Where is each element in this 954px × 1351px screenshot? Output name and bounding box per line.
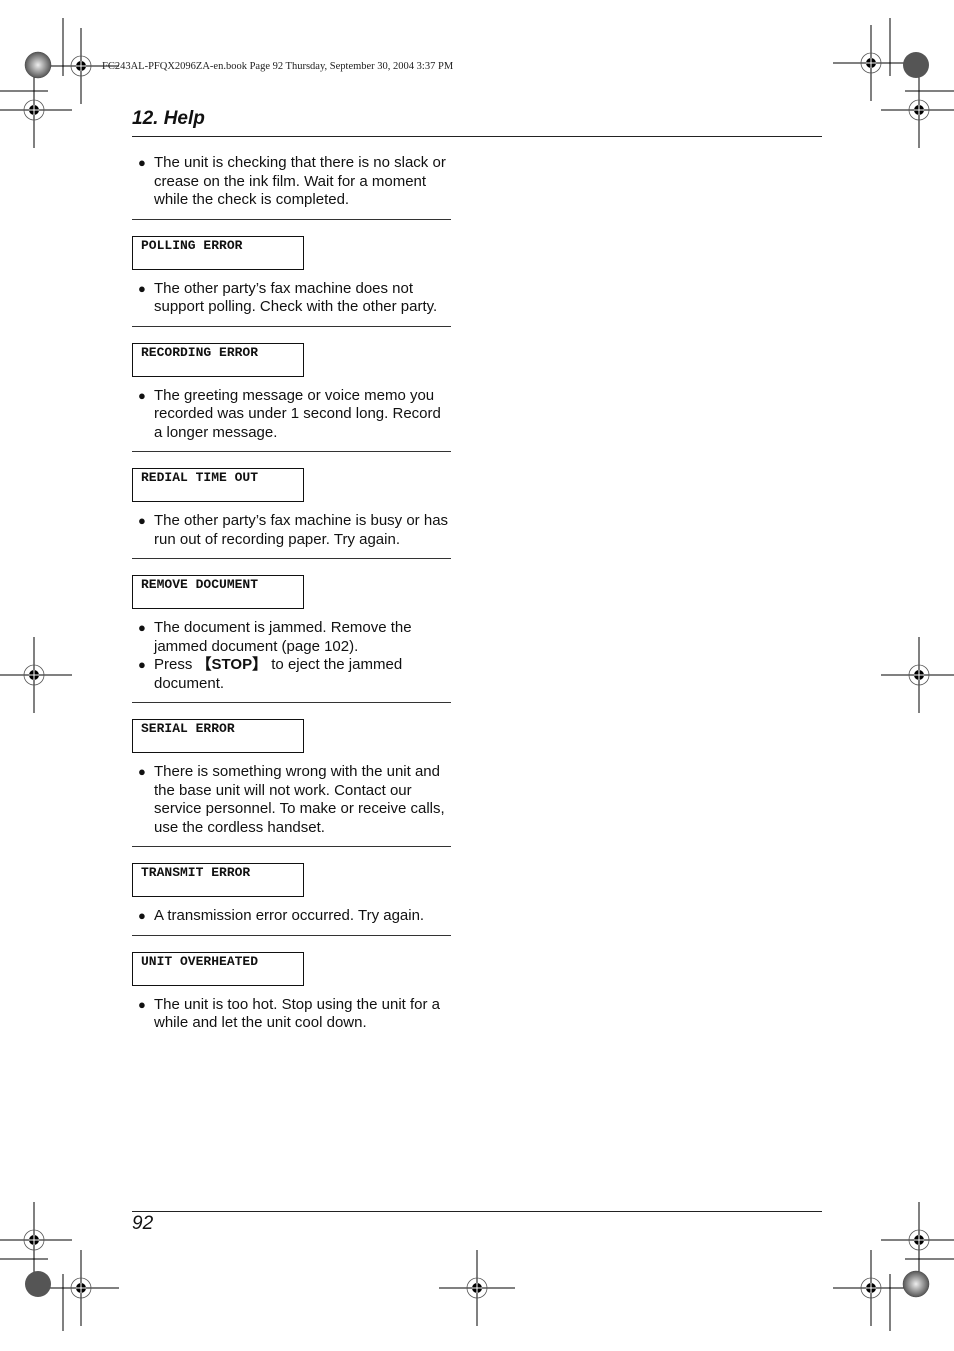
starburst-target-icon (902, 1270, 930, 1298)
bullet-icon: ● (138, 764, 146, 779)
section-divider (132, 325, 451, 327)
bullet-icon: ● (138, 657, 146, 672)
section-divider (132, 218, 451, 220)
bullet-list: ● The document is jammed. Remove the jamm… (132, 619, 452, 693)
bullet-item: ● There is something wrong with the unit … (138, 763, 445, 836)
bullet-list: ● The greeting message or voice memo you … (132, 387, 452, 443)
bullet-item: ● The other party’s fax machine does not … (138, 279, 438, 316)
stop-key-label: 【STOP】 (196, 656, 268, 673)
bullet-list: ● The other party’s fax machine is busy o… (132, 512, 452, 549)
section-divider (132, 934, 451, 936)
registration-crosshair-icon (42, 1249, 120, 1327)
section-recording-error: RECORDING ERROR ● The greeting message or… (132, 342, 452, 452)
footer-rule (132, 1211, 822, 1212)
bullet-list: ● The other party’s fax machine does not … (132, 280, 452, 317)
section-divider (132, 558, 451, 559)
display-message-box: UNIT OVERHEATED (132, 951, 304, 986)
registration-crosshair-icon (0, 636, 73, 714)
bullet-icon: ● (138, 513, 146, 528)
registration-crosshair-icon (880, 71, 954, 149)
section-unit-overheated: UNIT OVERHEATED ● The unit is too hot. St… (132, 951, 452, 1033)
bullet-item: ● A transmission error occurred. Try agai… (138, 907, 425, 924)
section-divider (132, 846, 451, 847)
display-message-box: REMOVE DOCUMENT (132, 575, 304, 609)
bullet-icon: ● (138, 280, 146, 296)
bullet-icon: ● (138, 908, 146, 923)
bullet-item: ● The unit is checking that there is no s… (138, 154, 446, 208)
starburst-target-icon (24, 51, 52, 79)
help-column: ● The unit is checking that there is no s… (132, 154, 452, 1033)
section-redial-time-out: REDIAL TIME OUT ● The other party’s fax m… (132, 468, 452, 559)
registration-crosshair-icon (438, 1249, 516, 1327)
bullet-list: ● There is something wrong with the unit … (132, 763, 452, 837)
section-remove-document: REMOVE DOCUMENT ● The document is jammed.… (132, 575, 452, 703)
section-divider (132, 451, 451, 452)
bullet-list: ● The unit is too hot. Stop using the uni… (132, 996, 452, 1033)
bullet-item: ● The document is jammed. Remove the jamm… (138, 619, 412, 655)
page-number: 92 (132, 1213, 154, 1234)
registration-crosshair-icon (832, 24, 910, 102)
bullet-icon: ● (138, 155, 146, 170)
display-message-box: REDIAL TIME OUT (132, 468, 304, 502)
display-message-box: SERIAL ERROR (132, 719, 304, 753)
header-rule (132, 136, 822, 137)
intro-bullet-list: ● The unit is checking that there is no s… (132, 154, 452, 210)
bullet-item: ● The unit is too hot. Stop using the uni… (138, 995, 441, 1032)
section-polling-error: POLLING ERROR ● The other party’s fax mac… (132, 235, 452, 327)
bullet-icon: ● (138, 996, 146, 1012)
registration-crosshair-icon (0, 71, 73, 149)
registration-crosshair-icon (832, 1249, 910, 1327)
bullet-icon: ● (138, 387, 146, 403)
chapter-title: 12. Help (132, 108, 205, 129)
starburst-target-icon (25, 1271, 51, 1297)
starburst-target-icon (903, 52, 929, 78)
bullet-icon: ● (138, 620, 146, 635)
display-message-box: RECORDING ERROR (132, 342, 304, 377)
bullet-item: ● Press 【STOP】 to eject the jammed docume… (138, 656, 403, 692)
print-header: FC243AL-PFQX2096ZA-en.book Page 92 Thurs… (102, 61, 454, 72)
section-serial-error: SERIAL ERROR ● There is something wrong w… (132, 719, 452, 847)
bullet-list: ● A transmission error occurred. Try agai… (132, 907, 452, 926)
registration-crosshair-icon (880, 1201, 954, 1279)
section-transmit-error: TRANSMIT ERROR ● A transmission error occ… (132, 863, 452, 936)
registration-crosshair-icon (880, 636, 954, 714)
registration-crosshair-icon (0, 1201, 73, 1279)
section-divider (132, 702, 451, 703)
bullet-item: ● The other party’s fax machine is busy o… (138, 512, 449, 548)
display-message-box: POLLING ERROR (132, 235, 304, 270)
bullet-item: ● The greeting message or voice memo you … (138, 386, 441, 441)
display-message-box: TRANSMIT ERROR (132, 863, 304, 897)
